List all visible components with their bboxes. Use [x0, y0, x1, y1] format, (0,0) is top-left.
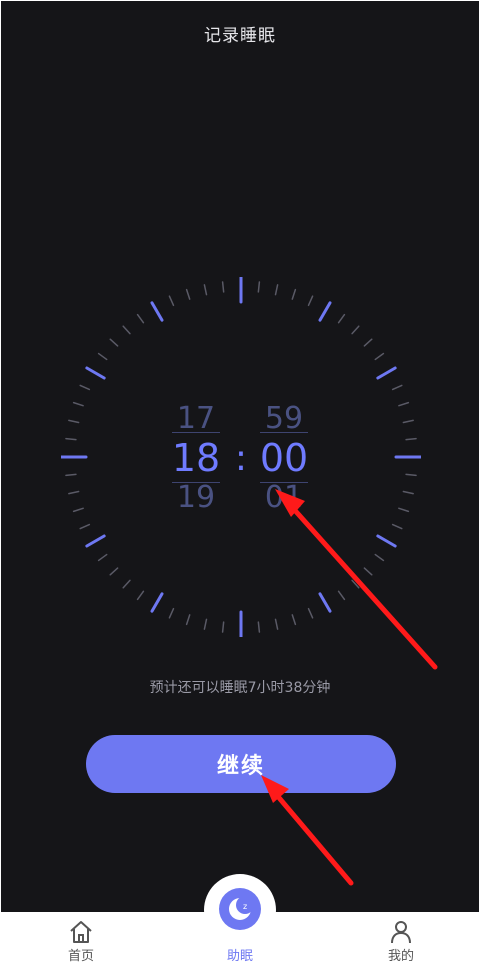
- tab-sleep[interactable]: 助眠: [200, 912, 280, 966]
- minute-next[interactable]: 01: [249, 480, 319, 515]
- time-picker[interactable]: 17 18 19 : 59 00 01: [61, 277, 421, 637]
- tab-home-label: 首页: [67, 949, 94, 964]
- page-title: 记录睡眠: [204, 26, 276, 46]
- home-icon: [70, 921, 92, 943]
- profile-icon: [391, 921, 411, 944]
- time-separator: :: [234, 438, 248, 479]
- continue-button[interactable]: 继续: [86, 735, 396, 793]
- sleep-estimate-text: 预计还可以睡眠7小时38分钟: [149, 680, 331, 696]
- picker-divider: [172, 432, 220, 433]
- svg-text:z: z: [243, 902, 247, 911]
- tab-sleep-label: 助眠: [226, 949, 253, 964]
- minute-selected[interactable]: 00: [249, 436, 319, 480]
- tab-mine-label: 我的: [387, 949, 414, 964]
- bottom-tab-bar: z 首页 助眠 我的: [1, 874, 479, 966]
- hour-selected[interactable]: 18: [161, 436, 231, 480]
- minute-previous[interactable]: 59: [249, 401, 319, 436]
- hour-previous[interactable]: 17: [161, 401, 231, 436]
- app-screen: 记录睡眠 17 18 19 : 59 00 01 预计还可以睡眠7小时38分钟 …: [1, 1, 479, 966]
- tab-home[interactable]: 首页: [41, 912, 121, 966]
- picker-divider: [260, 432, 308, 433]
- tab-mine[interactable]: 我的: [361, 912, 441, 966]
- hour-next[interactable]: 19: [161, 480, 231, 515]
